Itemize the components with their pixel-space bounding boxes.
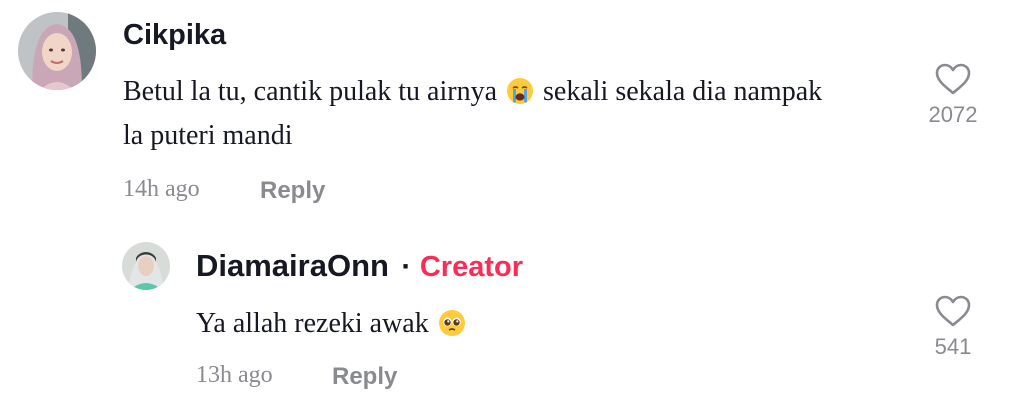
comment-like-count: 2072 — [928, 102, 978, 127]
reply-timestamp: 13h ago — [196, 362, 273, 388]
comment-text-part1: Betul la tu, cantik pulak tu airnya — [123, 76, 498, 107]
reply-header: DiamairaOnn · Creator — [196, 248, 523, 284]
crying-face-emoji-icon — [506, 77, 534, 105]
reply-text: Ya allah rezeki awak — [196, 302, 796, 346]
pleading-face-emoji-icon — [438, 309, 466, 337]
reply-username[interactable]: DiamairaOnn — [196, 248, 389, 283]
reply-like: 541 — [918, 294, 988, 360]
comment-username[interactable]: Cikpika — [123, 19, 226, 52]
comment-like: 2072 — [918, 62, 988, 128]
heart-outline-icon[interactable] — [934, 294, 972, 328]
comment-text: Betul la tu, cantik pulak tu airnya seka… — [123, 70, 843, 158]
comment-item: Cikpika Betul la tu, cantik pulak tu air… — [0, 0, 1012, 230]
avatar-diamairaonn[interactable] — [122, 242, 170, 290]
creator-separator: · — [401, 250, 412, 283]
reply-item: DiamairaOnn · Creator Ya allah rezeki aw… — [0, 230, 1012, 406]
creator-badge: Creator — [419, 251, 524, 283]
avatar-cikpika[interactable] — [18, 12, 96, 90]
reply-reply-button[interactable]: Reply — [332, 363, 397, 391]
comment-timestamp: 14h ago — [123, 176, 200, 202]
reply-text-body: Ya allah rezeki awak — [196, 308, 429, 339]
heart-outline-icon[interactable] — [934, 62, 972, 96]
comment-reply-button[interactable]: Reply — [260, 177, 325, 205]
reply-like-count: 541 — [934, 334, 972, 359]
